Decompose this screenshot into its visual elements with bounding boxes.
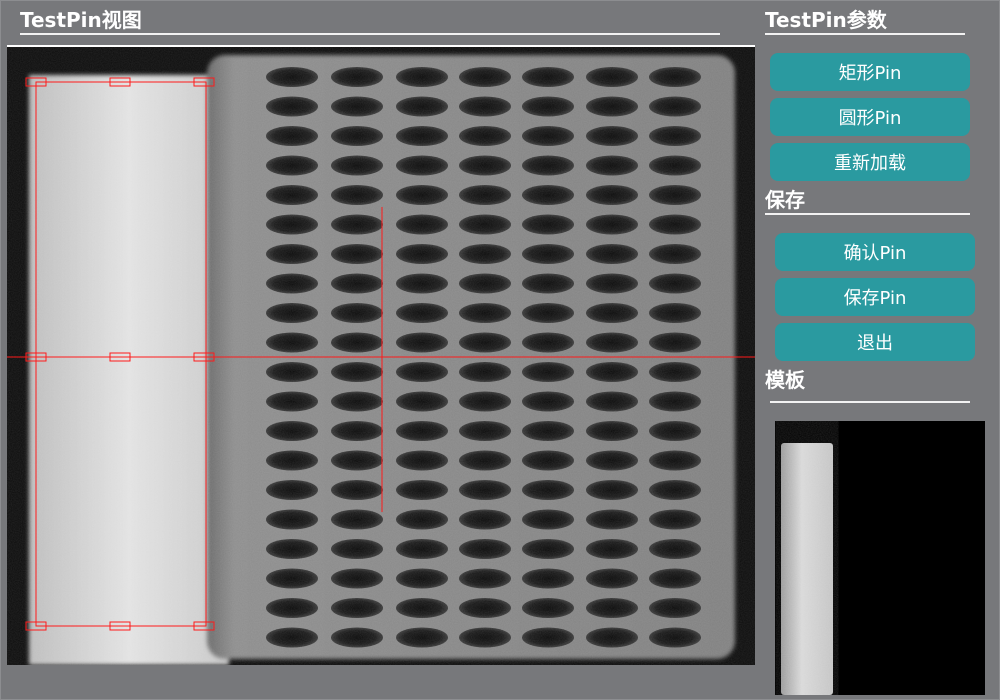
params-panel-title-rule — [765, 33, 965, 35]
save-pin-button[interactable]: 保存Pin — [775, 278, 975, 316]
exit-button[interactable]: 退出 — [775, 323, 975, 361]
xray-image[interactable] — [7, 47, 755, 665]
view-panel-title: TestPin视图 — [20, 8, 142, 32]
rect-pin-button[interactable]: 矩形Pin — [770, 53, 970, 91]
confirm-pin-button[interactable]: 确认Pin — [775, 233, 975, 271]
reload-button[interactable]: 重新加载 — [770, 143, 970, 181]
circle-pin-button[interactable]: 圆形Pin — [770, 98, 970, 136]
template-section-title-rule — [770, 401, 970, 403]
template-image — [775, 421, 985, 695]
save-section-title-rule — [765, 213, 970, 215]
save-section-title: 保存 — [765, 188, 805, 212]
image-viewer[interactable] — [7, 45, 755, 665]
params-panel-title: TestPin参数 — [765, 8, 887, 32]
template-preview — [775, 421, 985, 695]
template-section-title: 模板 — [765, 368, 805, 392]
view-panel-title-rule — [20, 33, 720, 35]
